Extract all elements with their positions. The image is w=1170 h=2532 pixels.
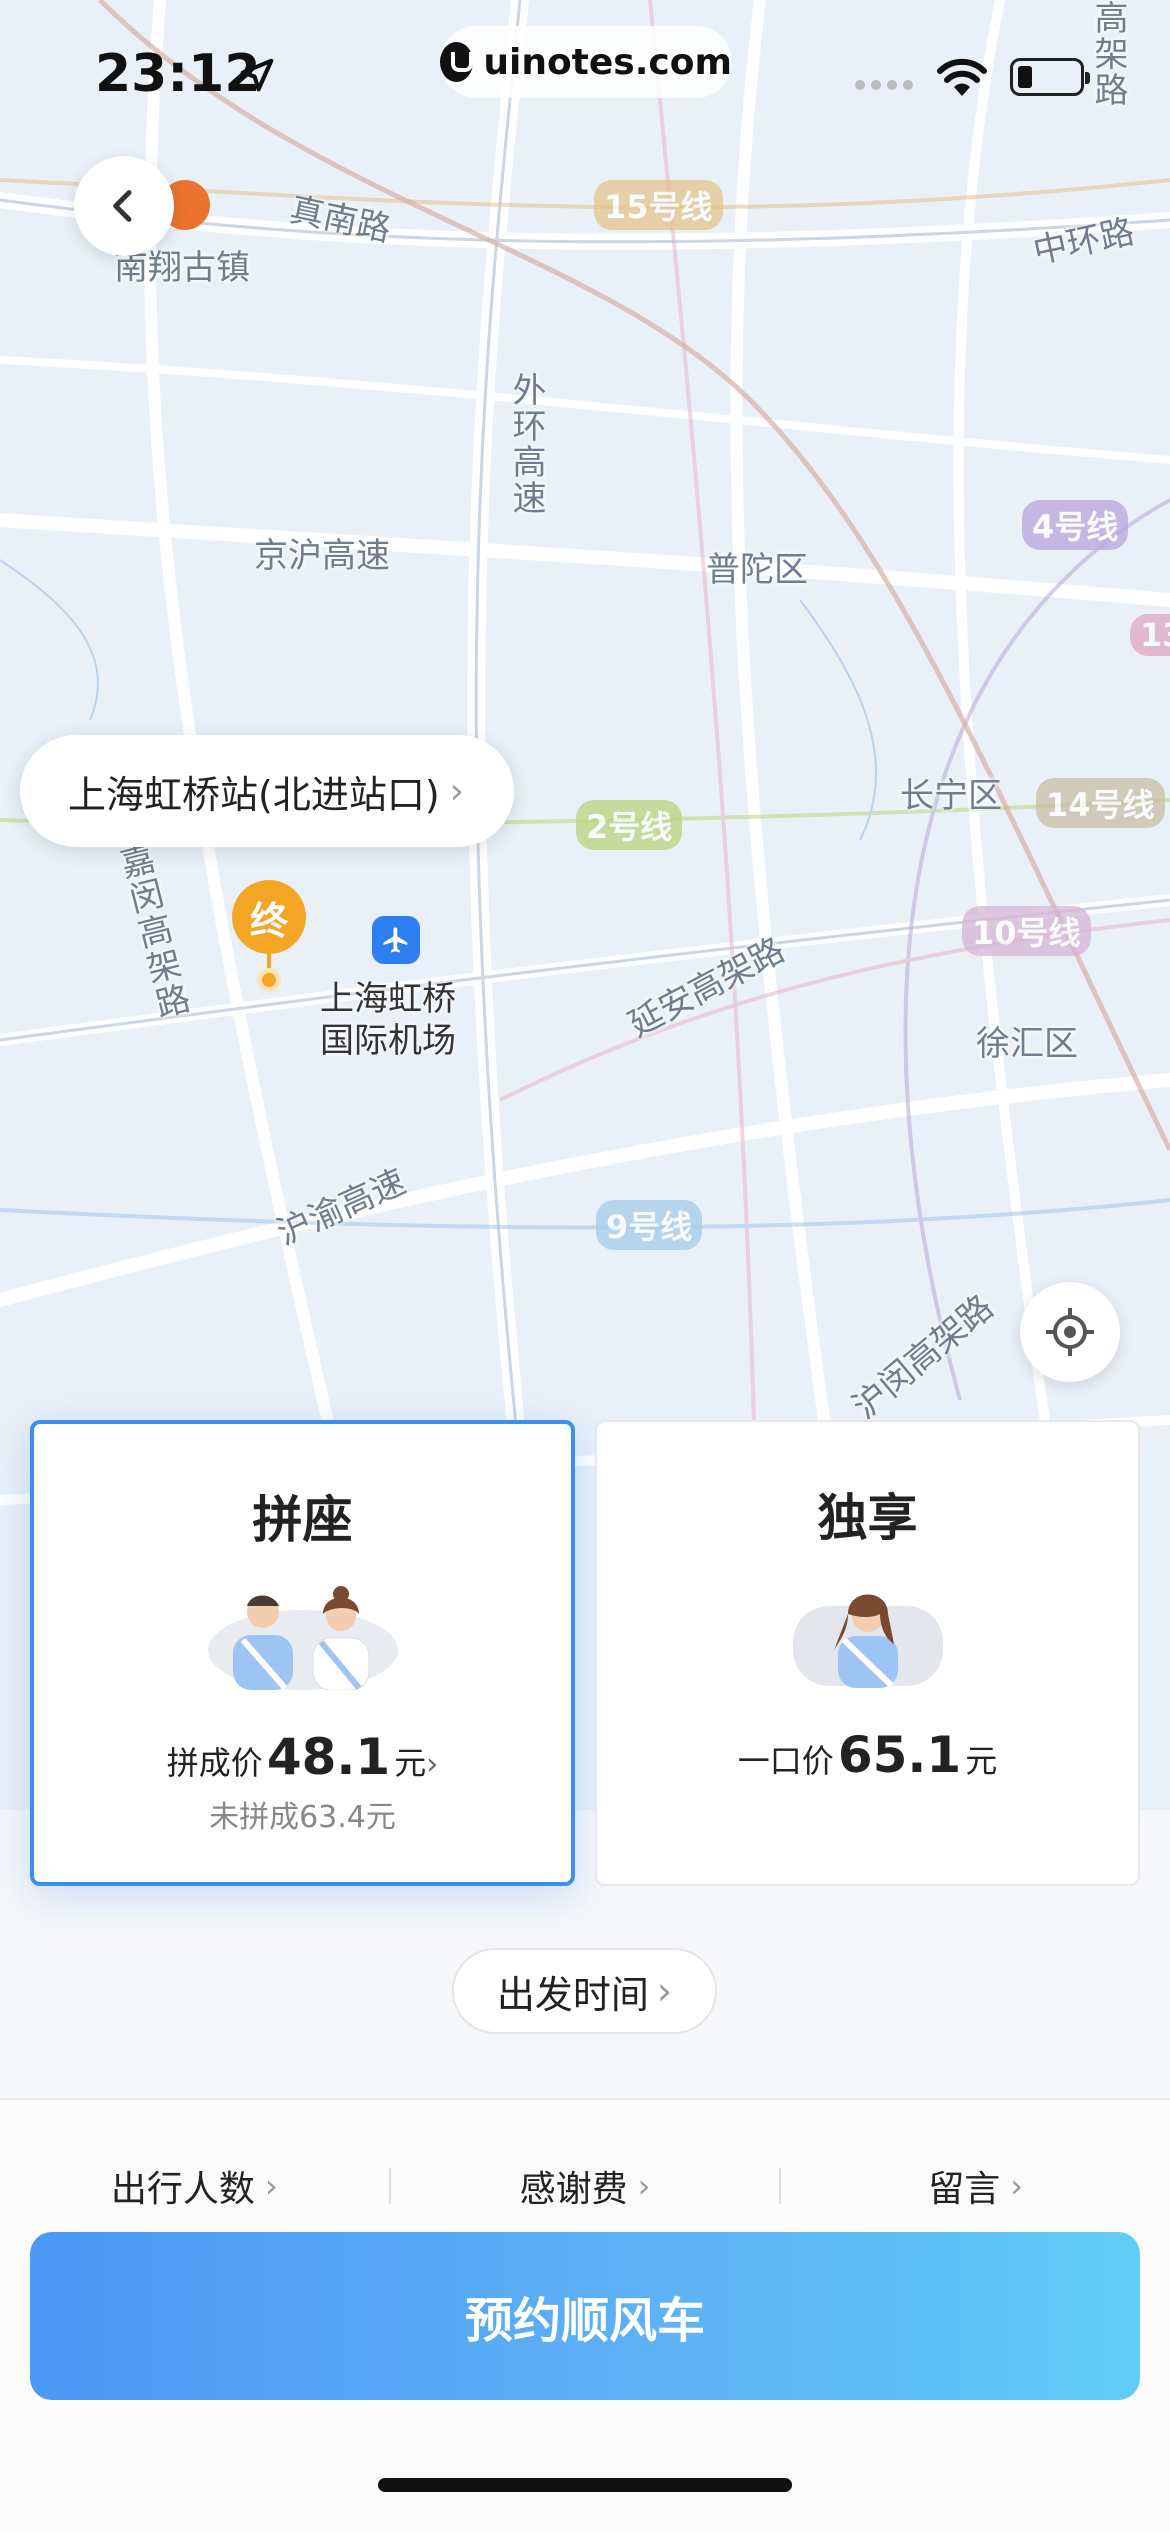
- options-row: 出行人数 › 感谢费 › 留言 ›: [0, 2156, 1170, 2216]
- airport-label: 上海虹桥 国际机场: [320, 978, 456, 1062]
- battery-icon: [1010, 58, 1090, 96]
- airport-label-line1: 上海虹桥: [320, 979, 456, 1019]
- url-pill[interactable]: uinotes.com: [440, 26, 732, 98]
- bottom-panel: 出行人数 › 感谢费 › 留言 › 预约顺风车: [0, 2098, 1170, 2532]
- metro-line-13: 13: [1130, 614, 1170, 656]
- metro-line-4: 4号线: [1022, 500, 1129, 550]
- end-marker: 终: [232, 880, 306, 992]
- carpool-price-prefix: 拼成价: [166, 1744, 263, 1782]
- exclusive-illustration-icon: [792, 1594, 943, 1689]
- locate-icon: [1046, 1308, 1094, 1356]
- chevron-right-icon: ›: [449, 770, 465, 812]
- url-text: uinotes.com: [483, 41, 732, 83]
- chevron-right-icon: ›: [656, 1969, 673, 2013]
- depart-time-label: 出发时间: [496, 1972, 649, 2017]
- metro-line-10: 10号线: [962, 906, 1091, 956]
- exclusive-price: 65.1: [837, 1726, 962, 1784]
- exclusive-price-prefix: 一口价: [737, 1742, 834, 1780]
- tip-label: 感谢费: [519, 2169, 628, 2210]
- metro-line-14: 14号线: [1036, 778, 1165, 828]
- message-label: 留言: [928, 2169, 1001, 2210]
- depart-time-button[interactable]: 出发时间 ›: [452, 1948, 717, 2034]
- chevron-right-icon: ›: [1010, 2167, 1024, 2205]
- map-label-waihuan: 外环高速: [506, 372, 546, 516]
- map-label-jinghu: 京沪高速: [254, 536, 390, 576]
- end-marker-label: 终: [232, 880, 306, 954]
- chevron-right-icon: ›: [426, 1747, 439, 1782]
- exclusive-card[interactable]: 独享 一口价 65.1 元: [595, 1420, 1140, 1886]
- passengers-option[interactable]: 出行人数 ›: [0, 2156, 389, 2216]
- exclusive-price-unit: 元: [965, 1742, 998, 1780]
- book-ride-button[interactable]: 预约顺风车: [30, 2232, 1140, 2400]
- carpool-price: 48.1: [266, 1728, 391, 1786]
- carpool-price-line[interactable]: 拼成价 48.1 元 ›: [34, 1728, 571, 1786]
- carpool-sub-price: 未拼成63.4元: [209, 1800, 396, 1835]
- carpool-title: 拼座: [252, 1491, 353, 1549]
- exclusive-price-line: 一口价 65.1 元: [597, 1726, 1138, 1784]
- back-button[interactable]: [74, 156, 174, 256]
- tip-option[interactable]: 感谢费 ›: [391, 2156, 780, 2216]
- passengers-label: 出行人数: [110, 2169, 255, 2210]
- site-logo-icon: [440, 42, 474, 82]
- destination-bubble[interactable]: 上海虹桥站(北进站口) ›: [20, 735, 515, 847]
- back-icon: [113, 190, 132, 222]
- metro-line-2: 2号线: [576, 800, 683, 850]
- map-label-changning: 长宁区: [900, 776, 1002, 816]
- locate-button[interactable]: [1020, 1282, 1120, 1382]
- metro-line-9: 9号线: [596, 1200, 703, 1250]
- map-label-putuo: 普陀区: [706, 550, 808, 590]
- wifi-icon: [937, 58, 987, 96]
- map-label-xuhui: 徐汇区: [976, 1024, 1078, 1064]
- airport-label-line2: 国际机场: [320, 1021, 456, 1061]
- carpool-price-unit: 元: [394, 1744, 427, 1782]
- metro-line-15: 15号线: [594, 180, 723, 230]
- home-indicator[interactable]: [378, 2478, 792, 2492]
- location-arrow-icon: [240, 58, 274, 92]
- airport-icon: [372, 916, 420, 964]
- carpool-illustration-icon: [207, 1586, 398, 1691]
- destination-label: 上海虹桥站(北进站口): [68, 772, 440, 817]
- carpool-card[interactable]: 拼座 拼成价 48.1 元 › 未拼成63.4元: [30, 1420, 575, 1886]
- cellular-signal-icon: [855, 80, 913, 90]
- chevron-right-icon: ›: [264, 2167, 278, 2205]
- exclusive-title: 独享: [817, 1489, 918, 1547]
- message-option[interactable]: 留言 ›: [781, 2156, 1170, 2216]
- chevron-right-icon: ›: [637, 2167, 651, 2205]
- status-time: 23:12: [95, 44, 261, 104]
- status-bar: 23:12 uinotes.com: [0, 0, 1170, 150]
